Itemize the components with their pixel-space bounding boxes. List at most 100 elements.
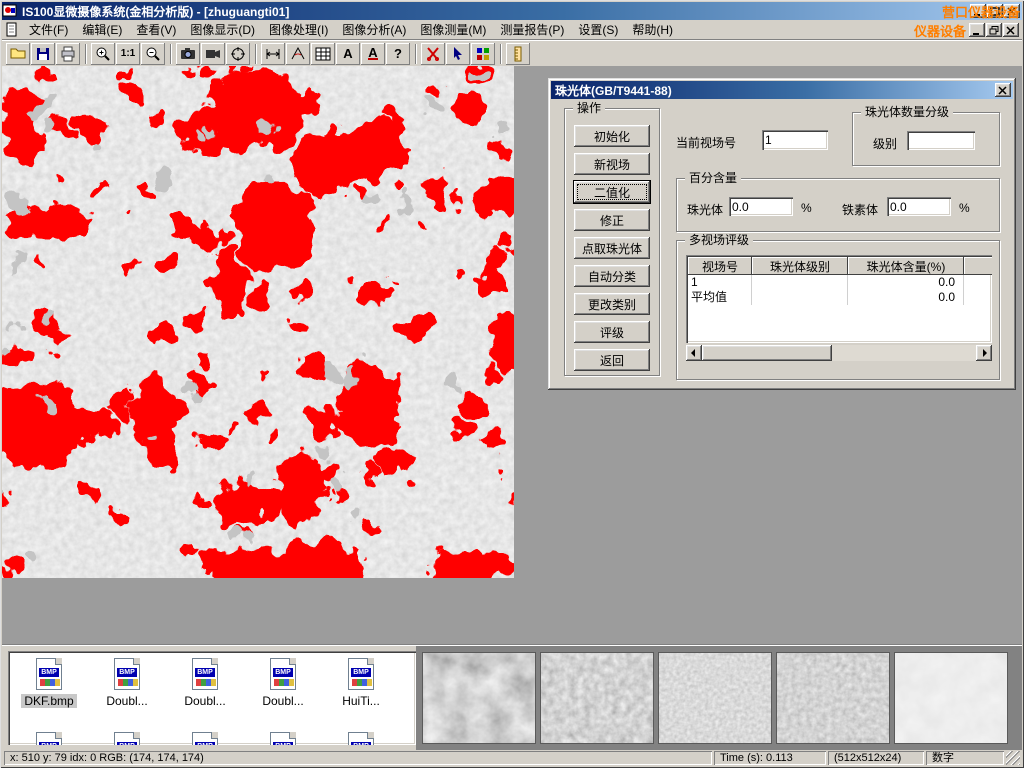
thumbnail-3[interactable]: [658, 652, 772, 744]
col-header-ferrite[interactable]: 铁素体: [964, 257, 992, 275]
correct-button[interactable]: 修正: [574, 209, 650, 231]
menu-edit[interactable]: 编辑(E): [75, 19, 129, 40]
bmp-file-icon: BMP: [270, 658, 296, 690]
actual-size-button[interactable]: 1:1: [116, 43, 140, 65]
mdi-restore-button[interactable]: [986, 23, 1002, 37]
file-item[interactable]: BMP: [10, 729, 88, 745]
status-mode: 数字: [926, 751, 1004, 765]
menu-image-analyze[interactable]: 图像分析(A): [335, 19, 413, 40]
menu-measure-report[interactable]: 测量报告(P): [493, 19, 571, 40]
thumbnail-2[interactable]: [540, 652, 654, 744]
file-item[interactable]: BMP: [88, 729, 166, 745]
bmp-file-icon: BMP: [192, 732, 218, 745]
ruler-tool-button[interactable]: [506, 43, 530, 65]
annotate-tool-button[interactable]: A: [361, 43, 385, 65]
toolbar-separator: [255, 44, 257, 64]
cell-ferrite: [964, 290, 992, 305]
current-field-input[interactable]: [762, 130, 828, 150]
thumbnail-4[interactable]: [776, 652, 890, 744]
col-header-grade[interactable]: 珠光体级别: [752, 257, 848, 275]
video-capture-button[interactable]: [201, 43, 225, 65]
table-row[interactable]: 1 0.0: [688, 275, 992, 290]
document-icon: [4, 22, 20, 38]
operation-group-label: 操作: [573, 101, 605, 115]
file-list: BMP DKF.bmp BMP Doubl... BMP Doubl... BM…: [8, 651, 416, 745]
percent-group-label: 百分含量: [685, 171, 741, 185]
print-button[interactable]: [56, 43, 80, 65]
zoom-in-button[interactable]: [91, 43, 115, 65]
grade-button[interactable]: 评级: [574, 321, 650, 343]
col-header-content[interactable]: 珠光体含量(%): [848, 257, 964, 275]
file-name: Doubl...: [181, 694, 228, 708]
dialog-close-button[interactable]: [995, 83, 1011, 97]
camera-button[interactable]: [176, 43, 200, 65]
pointer-icon: [450, 46, 466, 62]
measure-length-button[interactable]: [261, 43, 285, 65]
pearlite-percent-input[interactable]: [729, 197, 793, 216]
dialog-close-icon: [998, 86, 1008, 95]
new-field-button[interactable]: 新视场: [574, 153, 650, 175]
mdi-minimize-button[interactable]: [969, 23, 985, 37]
file-item-dkf[interactable]: BMP DKF.bmp: [10, 655, 88, 729]
current-field-label: 当前视场号: [676, 134, 736, 151]
mdi-close-button[interactable]: [1003, 23, 1019, 37]
initialize-button[interactable]: 初始化: [574, 125, 650, 147]
ferrite-percent-input[interactable]: [887, 197, 951, 216]
mdi-close-icon: [1006, 26, 1016, 35]
grade-input[interactable]: [907, 131, 975, 150]
pick-pearlite-button[interactable]: 点取珠光体: [574, 237, 650, 259]
mdi-restore-icon: [989, 26, 999, 35]
bmp-file-icon: BMP: [114, 658, 140, 690]
file-item[interactable]: BMP: [244, 729, 322, 745]
resize-grip[interactable]: [1006, 751, 1020, 765]
cell-field: 平均值: [688, 290, 752, 305]
file-item[interactable]: BMP Doubl...: [166, 655, 244, 729]
title-bar[interactable]: IS100显微摄像系统(金相分析版) - [zhuguangti01]: [2, 2, 1022, 20]
file-item[interactable]: BMP Doubl...: [244, 655, 322, 729]
palette-button[interactable]: [471, 43, 495, 65]
scroll-left-button[interactable]: [686, 345, 702, 361]
file-item[interactable]: BMP HuiTi...: [322, 655, 400, 729]
save-icon: [35, 46, 51, 62]
thumbnail-1[interactable]: [422, 652, 536, 744]
file-name: DKF.bmp: [21, 694, 76, 708]
cut-button[interactable]: [421, 43, 445, 65]
file-name: Doubl...: [259, 694, 306, 708]
grid-table-button[interactable]: [311, 43, 335, 65]
help-button[interactable]: ?: [386, 43, 410, 65]
change-class-button[interactable]: 更改类别: [574, 293, 650, 315]
target-icon: [230, 46, 246, 62]
table-horizontal-scrollbar[interactable]: [686, 345, 992, 361]
zoom-out-button[interactable]: [141, 43, 165, 65]
menu-help[interactable]: 帮助(H): [625, 19, 680, 40]
capture-target-button[interactable]: [226, 43, 250, 65]
menu-image-measure[interactable]: 图像测量(M): [413, 19, 493, 40]
file-item[interactable]: BMP: [322, 729, 400, 745]
menu-file[interactable]: 文件(F): [22, 19, 75, 40]
file-browser-panel: BMP DKF.bmp BMP Doubl... BMP Doubl... BM…: [2, 645, 1022, 750]
menu-settings[interactable]: 设置(S): [571, 19, 625, 40]
menu-view[interactable]: 查看(V): [129, 19, 183, 40]
pointer-tool-button[interactable]: [446, 43, 470, 65]
scroll-right-button[interactable]: [976, 345, 992, 361]
dialog-title-bar[interactable]: 珠光体(GB/T9441-88): [551, 81, 1013, 99]
measure-angle-button[interactable]: [286, 43, 310, 65]
return-button[interactable]: 返回: [574, 349, 650, 371]
menu-image-process[interactable]: 图像处理(I): [262, 19, 335, 40]
text-tool-button[interactable]: A: [336, 43, 360, 65]
file-item[interactable]: BMP Doubl...: [88, 655, 166, 729]
thumbnail-5[interactable]: [894, 652, 1008, 744]
menu-bar: 文件(F) 编辑(E) 查看(V) 图像显示(D) 图像处理(I) 图像分析(A…: [2, 20, 1022, 40]
specimen-image[interactable]: [2, 66, 514, 578]
table-row[interactable]: 平均值 0.0: [688, 290, 992, 305]
save-button[interactable]: [31, 43, 55, 65]
binarize-button[interactable]: 二值化: [574, 181, 650, 203]
file-item[interactable]: BMP: [166, 729, 244, 745]
scrollbar-thumb[interactable]: [702, 345, 832, 361]
auto-classify-button[interactable]: 自动分类: [574, 265, 650, 287]
camera-icon: [180, 46, 196, 62]
col-header-field[interactable]: 视场号: [688, 257, 752, 275]
open-button[interactable]: [6, 43, 30, 65]
cell-content: 0.0: [848, 275, 964, 290]
menu-image-display[interactable]: 图像显示(D): [183, 19, 262, 40]
